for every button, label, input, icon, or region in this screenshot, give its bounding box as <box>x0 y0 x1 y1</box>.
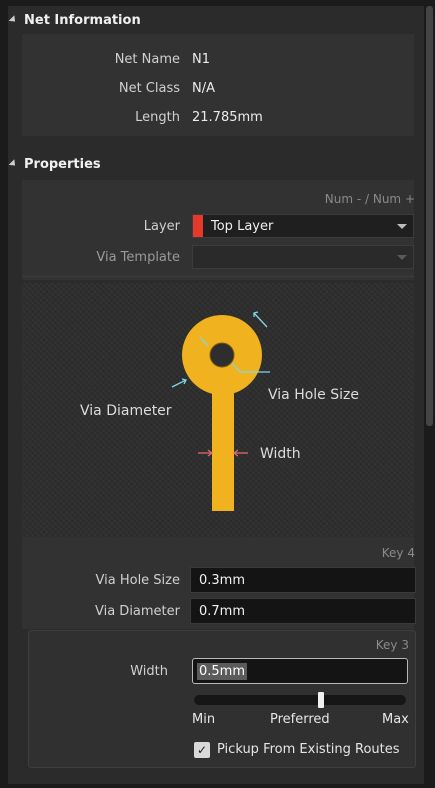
net-class-value: N/A <box>192 80 215 96</box>
num-shortcut-hint: Num - / Num + <box>324 192 415 206</box>
length-row: Length 21.785mm <box>22 106 263 128</box>
net-class-row: Net Class N/A <box>22 77 215 99</box>
key3-hint: Key 3 <box>375 638 409 652</box>
divider <box>22 276 414 277</box>
layer-label: Layer <box>143 218 180 234</box>
width-input[interactable]: 0.5mm <box>192 658 408 684</box>
width-input-value: 0.5mm <box>197 662 248 680</box>
layer-row: Layer <box>22 215 192 237</box>
via-hole-size-label: Via Hole Size <box>95 572 180 588</box>
layer-dropdown[interactable]: Top Layer <box>192 214 414 238</box>
length-value: 21.785mm <box>192 109 263 125</box>
slider-preferred-label: Preferred <box>270 712 330 727</box>
width-slider-thumb[interactable] <box>317 692 324 708</box>
panel-scrollbar[interactable] <box>426 6 433 426</box>
chevron-down-icon <box>397 255 407 260</box>
properties-title: Properties <box>24 156 101 172</box>
collapse-triangle-icon[interactable] <box>8 158 18 168</box>
key4-hint: Key 4 <box>381 546 415 560</box>
width-label: Width <box>130 663 168 679</box>
collapse-triangle-icon[interactable] <box>8 14 18 24</box>
layer-color-swatch <box>193 215 203 237</box>
net-class-label: Net Class <box>118 80 180 96</box>
properties-header[interactable]: Properties <box>8 152 414 176</box>
layer-dropdown-value: Top Layer <box>211 218 274 234</box>
via-hole-size-diagram-label: Via Hole Size <box>268 387 359 403</box>
via-diameter-diagram-label: Via Diameter <box>80 403 172 419</box>
chevron-down-icon <box>397 224 407 229</box>
via-diagram: Via Diameter Via Hole Size Width <box>22 283 414 537</box>
net-name-value: N1 <box>192 51 210 67</box>
width-slider[interactable] <box>194 692 406 708</box>
pickup-checkbox-label: Pickup From Existing Routes <box>217 742 400 757</box>
length-label: Length <box>135 109 180 125</box>
net-information-title: Net Information <box>24 12 141 28</box>
via-template-label: Via Template <box>96 249 180 265</box>
via-diameter-row: Via Diameter <box>22 600 192 622</box>
via-hole-size-row: Via Hole Size <box>22 569 192 591</box>
net-name-row: Net Name N1 <box>22 48 210 70</box>
slider-max-label: Max <box>382 712 409 727</box>
slider-min-label: Min <box>192 712 216 727</box>
width-diagram-label: Width <box>260 446 301 462</box>
pickup-checkbox[interactable]: ✓ <box>194 742 210 758</box>
width-row: Width <box>10 660 180 682</box>
via-hole-size-input[interactable]: 0.3mm <box>190 567 416 593</box>
net-information-header[interactable]: Net Information <box>8 8 414 32</box>
net-name-label: Net Name <box>114 51 180 67</box>
via-diameter-input[interactable]: 0.7mm <box>190 598 416 624</box>
via-template-dropdown[interactable] <box>192 245 414 269</box>
via-diameter-label: Via Diameter <box>94 603 180 619</box>
via-template-row: Via Template <box>22 246 192 268</box>
